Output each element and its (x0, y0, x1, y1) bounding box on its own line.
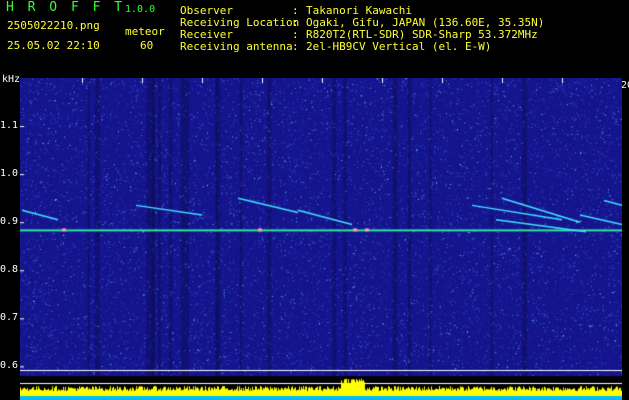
mode-label: meteor (125, 25, 165, 38)
image-filename: 2505022210.png (7, 19, 100, 32)
antenna-colon: : (292, 40, 299, 53)
y-tick-label: 0.8 (0, 264, 19, 276)
spectrogram-panel (20, 78, 622, 400)
capture-timestamp: 25.05.02 22:10 (7, 39, 100, 52)
mode-value: 60 (140, 39, 154, 52)
y-tick-label: 0.6 (0, 360, 19, 372)
y-tick-label: 0.9 (0, 216, 19, 228)
spectrogram-canvas (20, 78, 622, 400)
y-axis-unit: kHz (2, 74, 21, 85)
y-tick-label: 0.7 (0, 312, 19, 324)
y-tick-label: 1.0 (0, 168, 19, 180)
hroft-window: H R O F F T 1.0.0 2505022210.png 25.05.0… (0, 0, 629, 400)
app-title: H R O F F T (6, 0, 126, 15)
app-version: 1.0.0 (125, 4, 156, 15)
antenna-value: 2el-HB9CV Vertical (el. E-W) (306, 40, 492, 53)
y-tick-label: 1.1 (0, 120, 19, 132)
antenna-label: Receiving antenna (180, 40, 293, 53)
